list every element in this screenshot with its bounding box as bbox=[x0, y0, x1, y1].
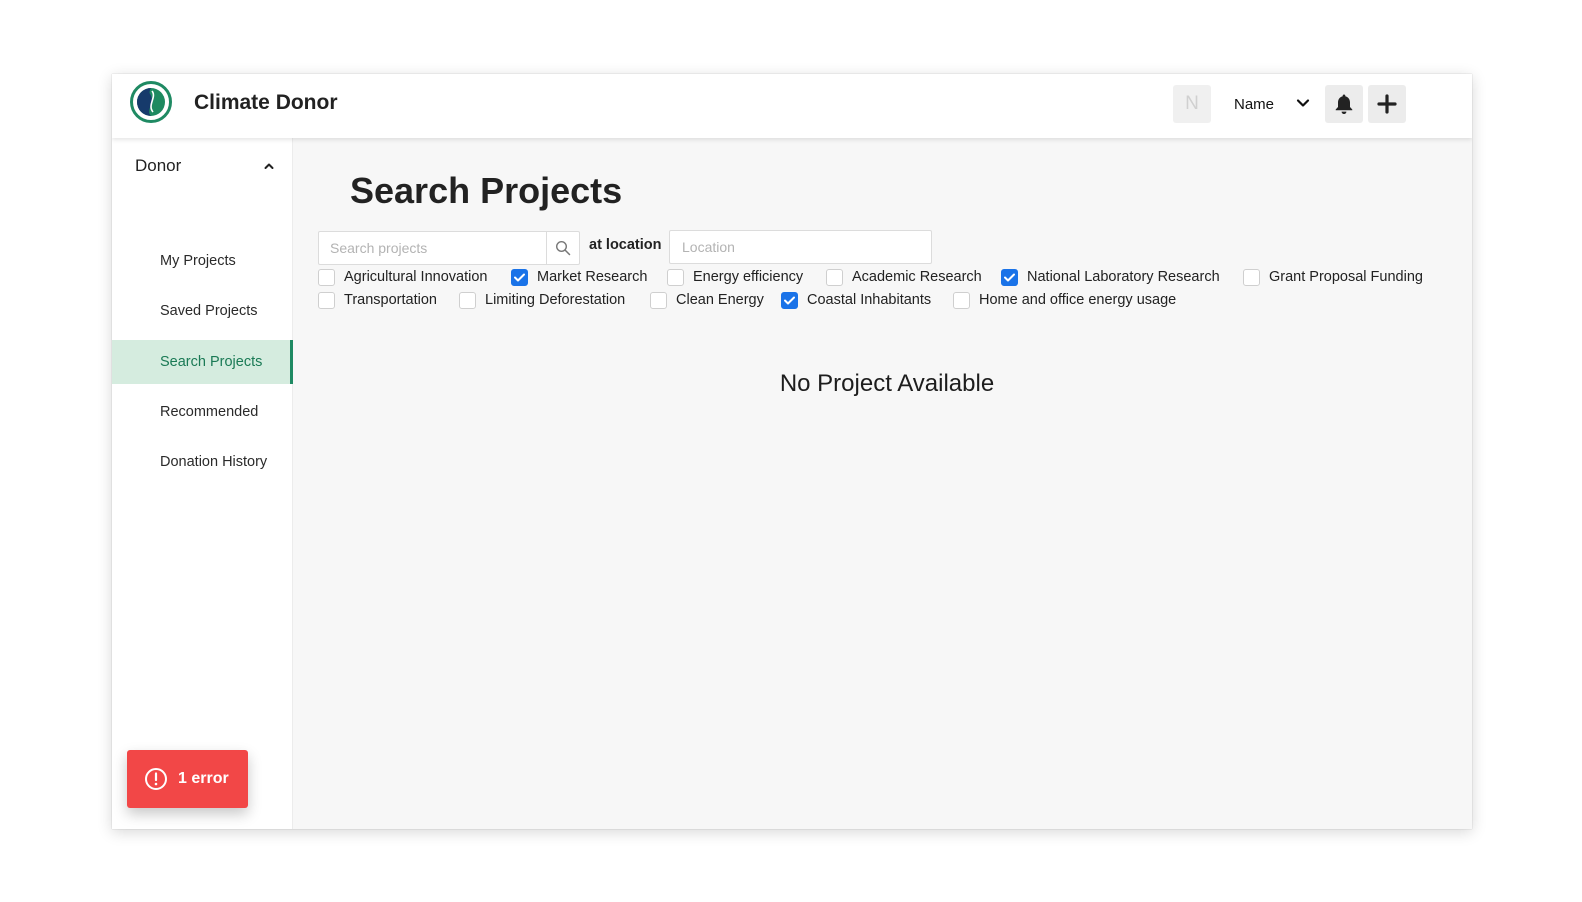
alert-circle-icon bbox=[145, 768, 167, 790]
notifications-button[interactable] bbox=[1325, 85, 1363, 123]
sidebar-item-search-projects[interactable]: Search Projects bbox=[112, 340, 293, 384]
sidebar-item-donation-history[interactable]: Donation History bbox=[112, 440, 293, 484]
sidebar-item-saved-projects[interactable]: Saved Projects bbox=[112, 289, 293, 333]
avatar[interactable]: N bbox=[1173, 85, 1211, 123]
sidebar-item-label: Recommended bbox=[160, 404, 259, 420]
sidebar: Donor My Projects Saved Projects Search … bbox=[112, 138, 293, 829]
filter-label: Academic Research bbox=[852, 269, 982, 285]
top-bar: Climate Donor N Name bbox=[112, 74, 1472, 138]
search-button[interactable] bbox=[546, 232, 579, 264]
search-icon bbox=[555, 240, 571, 256]
filter-label: Market Research bbox=[537, 269, 648, 285]
search-box bbox=[318, 231, 580, 265]
filter-coastal-inhabitants[interactable]: Coastal Inhabitants bbox=[781, 290, 931, 310]
filter-grant-proposal-funding[interactable]: Grant Proposal Funding bbox=[1243, 267, 1423, 287]
checkbox[interactable] bbox=[650, 291, 667, 309]
filter-transportation[interactable]: Transportation bbox=[318, 290, 437, 310]
filter-clean-energy[interactable]: Clean Energy bbox=[650, 290, 764, 310]
sidebar-section-label: Donor bbox=[135, 156, 182, 175]
check-icon bbox=[784, 296, 795, 304]
location-input[interactable] bbox=[669, 230, 932, 264]
page-title: Search Projects bbox=[350, 170, 623, 211]
add-button[interactable] bbox=[1368, 85, 1406, 123]
filter-home-and-office-energy-usage[interactable]: Home and office energy usage bbox=[953, 290, 1176, 310]
chevron-up-icon bbox=[264, 163, 274, 169]
checkbox[interactable] bbox=[1001, 268, 1018, 286]
checkbox[interactable] bbox=[459, 291, 476, 309]
check-icon bbox=[514, 273, 525, 281]
filter-academic-research[interactable]: Academic Research bbox=[826, 267, 982, 287]
checkbox[interactable] bbox=[511, 268, 528, 286]
checkbox[interactable] bbox=[1243, 268, 1260, 286]
sidebar-item-my-projects[interactable]: My Projects bbox=[112, 239, 293, 283]
checkbox[interactable] bbox=[667, 268, 684, 286]
filter-label: Agricultural Innovation bbox=[344, 269, 488, 285]
error-toast[interactable]: 1 error bbox=[127, 750, 248, 808]
sidebar-item-label: Search Projects bbox=[160, 354, 263, 370]
location-label: at location bbox=[589, 237, 662, 253]
filter-label: Grant Proposal Funding bbox=[1269, 269, 1423, 285]
filter-label: Home and office energy usage bbox=[979, 292, 1177, 308]
filter-label: Transportation bbox=[344, 292, 437, 308]
chevron-down-icon[interactable] bbox=[1295, 95, 1311, 111]
filter-limiting-deforestation[interactable]: Limiting Deforestation bbox=[459, 290, 625, 310]
filter-market-research[interactable]: Market Research bbox=[511, 267, 647, 287]
filter-label: Clean Energy bbox=[676, 292, 764, 308]
checkbox[interactable] bbox=[953, 291, 970, 309]
checkbox[interactable] bbox=[318, 268, 335, 286]
app-title: Climate Donor bbox=[194, 91, 338, 114]
checkbox[interactable] bbox=[781, 291, 798, 309]
filter-national-laboratory-research[interactable]: National Laboratory Research bbox=[1001, 267, 1220, 287]
filter-energy-efficiency[interactable]: Energy efficiency bbox=[667, 267, 803, 287]
sidebar-section-donor[interactable]: Donor bbox=[135, 154, 275, 178]
filter-label: Limiting Deforestation bbox=[485, 292, 626, 308]
filter-label: Energy efficiency bbox=[693, 269, 804, 285]
filter-agricultural-innovation[interactable]: Agricultural Innovation bbox=[318, 267, 487, 287]
user-name-dropdown[interactable]: Name bbox=[1234, 96, 1274, 113]
sidebar-item-recommended[interactable]: Recommended bbox=[112, 390, 293, 434]
sidebar-item-label: Donation History bbox=[160, 454, 268, 470]
filter-label: National Laboratory Research bbox=[1027, 269, 1220, 285]
error-toast-label: 1 error bbox=[178, 770, 229, 787]
plus-icon bbox=[1377, 94, 1397, 114]
checkbox[interactable] bbox=[318, 291, 335, 309]
empty-state-message: No Project Available bbox=[779, 370, 995, 397]
search-input[interactable] bbox=[319, 232, 546, 264]
sidebar-item-label: Saved Projects bbox=[160, 303, 258, 319]
checkbox[interactable] bbox=[826, 268, 843, 286]
filter-label: Coastal Inhabitants bbox=[807, 292, 932, 308]
app-window: Climate Donor N Name Donor My Projects S… bbox=[112, 74, 1472, 829]
sidebar-item-label: My Projects bbox=[160, 253, 236, 269]
bell-icon bbox=[1335, 94, 1353, 114]
check-icon bbox=[1004, 273, 1015, 281]
logo-icon[interactable] bbox=[130, 81, 172, 123]
